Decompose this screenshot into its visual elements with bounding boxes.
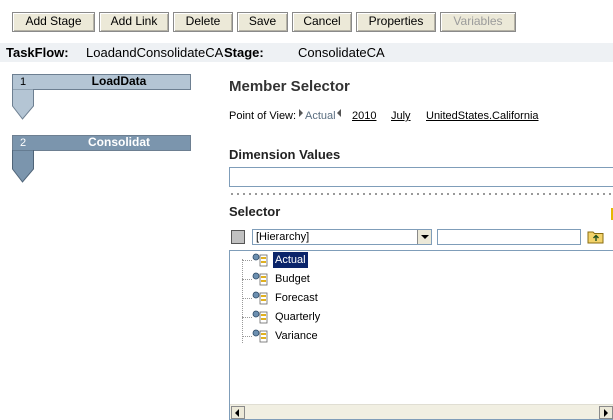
hierarchy-select[interactable]: [Hierarchy] [252,229,432,245]
dimension-values-title: Dimension Values [229,147,341,162]
search-input[interactable] [437,229,581,245]
stage-number: 1 [20,76,27,88]
member-tree: Actual Budget Forecast Quarterly Varianc… [229,250,613,420]
collapse-left-icon[interactable] [337,109,341,117]
dimension-values-field[interactable] [229,167,613,187]
member-hierarchy-icon [252,329,268,343]
tree-item-label: Quarterly [275,311,321,323]
expand-right-icon[interactable] [299,109,303,117]
pov-label: Point of View: [229,110,297,122]
taskflow-name: LoadandConsolidateCA [86,45,224,60]
pov-year-link[interactable]: 2010 [352,109,376,123]
member-selector-title: Member Selector [229,78,350,95]
taskflow-header: TaskFlow: LoadandConsolidateCA Stage: Co… [0,43,613,62]
chevron-down-icon[interactable] [417,230,431,244]
scroll-right-icon[interactable] [599,406,613,419]
pov-period-link[interactable]: July [391,109,411,123]
tree-item-label: Actual [272,251,309,269]
tree-connector [242,298,252,299]
tree-item-label: Forecast [275,292,318,304]
properties-button[interactable]: Properties [356,12,436,32]
member-hierarchy-icon [252,310,268,324]
folder-up-icon[interactable] [587,229,605,245]
variables-button: Variables [440,12,516,32]
select-all-checkbox[interactable] [231,230,245,244]
tree-item-label: Budget [275,273,310,285]
stage-name: ConsolidateCA [298,45,385,60]
stage-arrow-icon [12,150,34,183]
member-hierarchy-icon [252,253,268,267]
splitter-handle[interactable] [229,193,613,195]
stage-number: 2 [20,137,27,149]
stage-name: LoadData [91,74,147,88]
tree-connector [242,336,252,337]
pov-entity-link[interactable]: UnitedStates.California [426,109,539,123]
member-hierarchy-icon [252,272,268,286]
cancel-button[interactable]: Cancel [292,12,352,32]
selector-title: Selector [229,204,281,219]
tree-connector [242,279,252,280]
tree-connector [242,317,252,318]
add-stage-button[interactable]: Add Stage [12,12,95,32]
tree-connector [242,259,243,343]
delete-button[interactable]: Delete [173,12,233,32]
tree-item-label: Variance [275,330,318,342]
horizontal-scrollbar[interactable] [230,404,613,419]
member-hierarchy-icon [252,291,268,305]
toolbar: Add Stage Add Link Delete Save Cancel Pr… [0,0,613,43]
stage-name: Consolidat [88,135,150,149]
hierarchy-select-value: [Hierarchy] [256,231,310,243]
pov-scenario[interactable]: Actual [305,109,336,123]
tree-connector [242,260,252,261]
save-button[interactable]: Save [237,12,288,32]
scroll-left-icon[interactable] [231,406,245,419]
stage-arrow-icon [12,89,34,120]
add-link-button[interactable]: Add Link [99,12,169,32]
taskflow-label: TaskFlow: [6,45,69,60]
stage-label: Stage: [224,45,264,60]
